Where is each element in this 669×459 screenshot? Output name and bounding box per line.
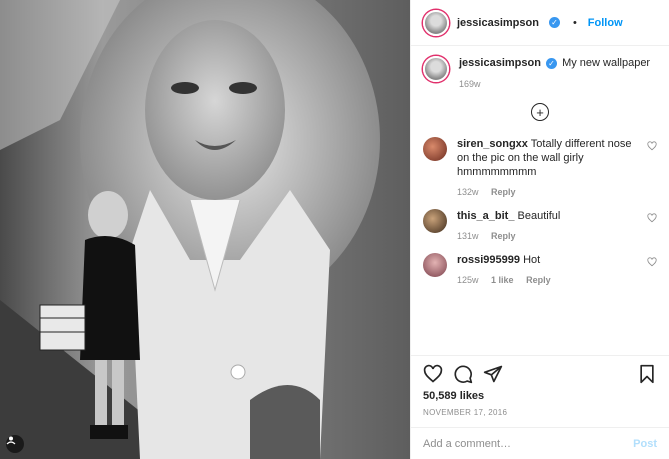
author-username[interactable]: jessicasimpson xyxy=(457,17,539,29)
caption: jessicasimpson ✓ My new wallpaper 169w xyxy=(423,56,657,89)
post-sidebar: jessicasimpson ✓ • Follow jessicasimpson… xyxy=(410,0,669,459)
heart-icon[interactable] xyxy=(647,257,657,267)
comment-username[interactable]: rossi995999 xyxy=(457,254,520,266)
comment-avatar[interactable] xyxy=(423,209,447,233)
caption-body: My new wallpaper xyxy=(562,57,651,69)
caption-text: jessicasimpson ✓ My new wallpaper xyxy=(459,56,650,71)
comment-age[interactable]: 131w xyxy=(457,231,479,241)
caption-avatar[interactable] xyxy=(423,56,449,82)
comment-item: rossi995999 Hot 125w 1 like Reply xyxy=(423,253,657,285)
heart-icon[interactable] xyxy=(647,141,657,151)
comment-list: jessicasimpson ✓ My new wallpaper 169w +… xyxy=(411,46,669,355)
verified-icon: ✓ xyxy=(548,17,560,28)
reply-button[interactable]: Reply xyxy=(526,275,551,285)
avatar[interactable] xyxy=(423,9,449,36)
caption-age[interactable]: 169w xyxy=(459,79,650,89)
comment-avatar[interactable] xyxy=(423,137,447,161)
post-header: jessicasimpson ✓ • Follow xyxy=(411,0,669,46)
post-date[interactable]: NOVEMBER 17, 2016 xyxy=(423,408,657,417)
comment-input[interactable] xyxy=(423,437,634,450)
heart-icon[interactable] xyxy=(647,213,657,223)
comment-avatar[interactable] xyxy=(423,253,447,277)
comment-text: Hot xyxy=(523,254,541,266)
load-more-button[interactable]: + xyxy=(423,103,657,121)
comment-text: Beautiful xyxy=(517,210,561,222)
post-photo[interactable] xyxy=(0,0,410,459)
reply-button[interactable]: Reply xyxy=(491,231,516,241)
photo-graphic xyxy=(0,0,410,459)
share-icon[interactable] xyxy=(483,364,503,384)
comment-item: this_a_bit_ Beautiful 131w Reply xyxy=(423,209,657,241)
verified-icon: ✓ xyxy=(546,57,557,69)
comment-like-count[interactable]: 1 like xyxy=(491,275,514,285)
post-button[interactable]: Post xyxy=(633,438,657,450)
comment-age[interactable]: 132w xyxy=(457,187,479,197)
bookmark-icon[interactable] xyxy=(637,364,657,384)
separator-dot: • xyxy=(572,16,577,29)
comment-icon[interactable] xyxy=(453,364,473,384)
action-bar: 50,589 likes NOVEMBER 17, 2016 xyxy=(411,355,669,427)
caption-username[interactable]: jessicasimpson xyxy=(459,57,541,69)
instagram-post: jessicasimpson ✓ • Follow jessicasimpson… xyxy=(0,0,669,459)
like-count[interactable]: 50,589 likes xyxy=(423,390,657,402)
tagged-user-icon[interactable] xyxy=(6,435,24,453)
heart-icon[interactable] xyxy=(423,364,443,384)
reply-button[interactable]: Reply xyxy=(491,187,516,197)
comment-item: siren_songxx Totally different nose on t… xyxy=(423,137,657,197)
load-more-icon[interactable]: + xyxy=(531,103,549,121)
comment-username[interactable]: siren_songxx xyxy=(457,138,528,150)
comment-age[interactable]: 125w xyxy=(457,275,479,285)
comment-username[interactable]: this_a_bit_ xyxy=(457,210,514,222)
follow-button[interactable]: Follow xyxy=(588,17,623,29)
add-comment-bar: Post xyxy=(411,427,669,459)
